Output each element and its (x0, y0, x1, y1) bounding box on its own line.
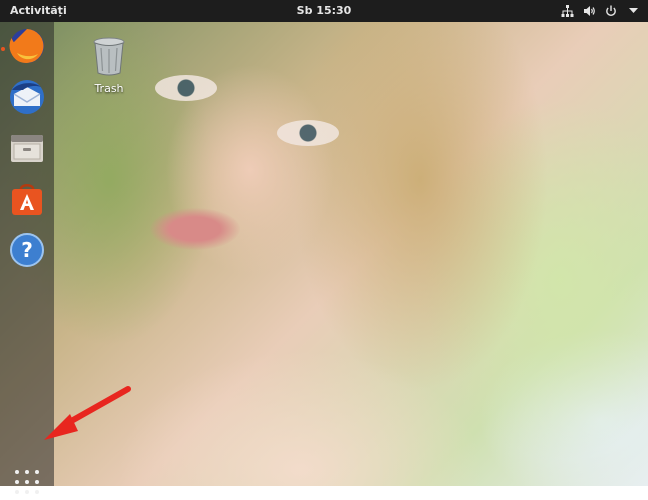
dock-item-firefox[interactable] (6, 27, 48, 69)
desktop-icon-label: Trash (94, 82, 124, 95)
running-indicator (1, 47, 5, 51)
network-icon[interactable] (560, 4, 574, 18)
volume-icon[interactable] (582, 4, 596, 18)
menu-arrow-icon[interactable] (626, 4, 640, 18)
apps-grid-icon (25, 490, 29, 494)
system-tray[interactable] (560, 0, 640, 22)
dock: ? (0, 22, 54, 494)
help-glyph: ? (21, 238, 33, 262)
apps-grid-icon (25, 470, 29, 474)
dock-item-thunderbird[interactable] (6, 78, 48, 120)
wallpaper-detail (277, 120, 339, 146)
apps-grid-icon (15, 490, 19, 494)
clock[interactable]: Sb 15:30 (297, 4, 352, 17)
apps-grid-icon (35, 470, 39, 474)
apps-grid-icon (35, 480, 39, 484)
dock-item-help[interactable]: ? (6, 231, 48, 273)
trash-icon (91, 37, 127, 80)
activities-button[interactable]: Activități (10, 0, 67, 22)
firefox-icon (8, 27, 46, 69)
clock-container: Sb 15:30 (0, 0, 648, 22)
dock-item-files[interactable] (6, 129, 48, 171)
apps-grid-icon (15, 470, 19, 474)
wallpaper-detail (155, 75, 217, 101)
apps-grid-icon (15, 480, 19, 484)
help-icon: ? (8, 231, 46, 273)
apps-grid-icon (35, 490, 39, 494)
software-center-icon (8, 180, 46, 222)
thunderbird-icon (8, 78, 46, 120)
wallpaper-detail (150, 208, 240, 250)
top-bar: Activități Sb 15:30 (0, 0, 648, 22)
dock-item-software[interactable] (6, 180, 48, 222)
power-icon[interactable] (604, 4, 618, 18)
files-icon (8, 129, 46, 171)
show-applications-button[interactable] (13, 468, 45, 500)
desktop-icon-trash[interactable]: Trash (86, 36, 132, 95)
apps-grid-icon (25, 480, 29, 484)
